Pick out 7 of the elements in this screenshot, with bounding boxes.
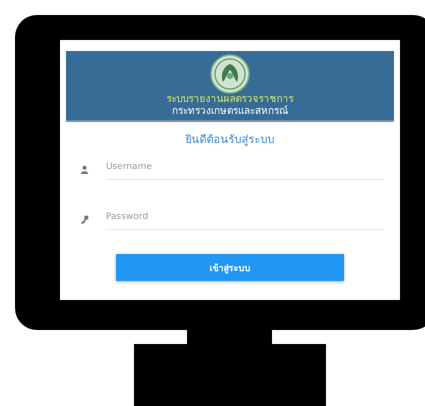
key-icon — [80, 214, 89, 224]
user-icon — [80, 164, 89, 174]
emblem-icon — [210, 54, 250, 94]
login-button[interactable]: เข้าสู่ระบบ — [116, 254, 344, 281]
ministry-title: กระทรวงเกษตรและสหกรณ์ — [172, 106, 288, 118]
welcome-heading: ยินดีต้อนรับสู่ระบบ — [186, 132, 274, 148]
system-title: ระบบรายงานผลตรวจราชการ — [166, 94, 294, 105]
